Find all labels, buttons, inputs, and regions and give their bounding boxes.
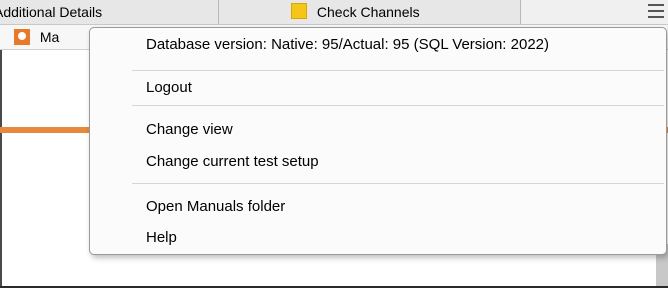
menu-item-database-version[interactable]: Database version: Native: 95/Actual: 95 …: [90, 33, 666, 57]
tab-check-channels[interactable]: Check Channels: [219, 0, 521, 24]
context-menu: Database version: Native: 95/Actual: 95 …: [89, 27, 667, 255]
menu-item-change-test-setup[interactable]: Change current test setup: [90, 150, 666, 174]
menu-item-open-manuals-folder[interactable]: Open Manuals folder: [90, 195, 666, 219]
menu-separator: [132, 183, 664, 184]
tab-check-channels-label: Check Channels: [316, 4, 420, 20]
menu-item-help[interactable]: Help: [90, 226, 666, 250]
menu-item-logout[interactable]: Logout: [90, 76, 666, 100]
sub-tab[interactable]: Ma: [14, 27, 59, 47]
menu-separator: [132, 105, 664, 106]
sub-tab-label: Ma: [39, 29, 60, 45]
tab-additional-details-label: Additional Details: [0, 4, 103, 20]
user-icon: [14, 29, 30, 45]
check-channels-icon: [291, 3, 307, 19]
tab-strip: Additional Details Check Channels: [0, 0, 668, 25]
menu-separator: [132, 70, 664, 71]
tab-additional-details[interactable]: Additional Details: [0, 0, 219, 24]
hamburger-menu-icon[interactable]: [648, 4, 664, 18]
menu-item-change-view[interactable]: Change view: [90, 118, 666, 142]
